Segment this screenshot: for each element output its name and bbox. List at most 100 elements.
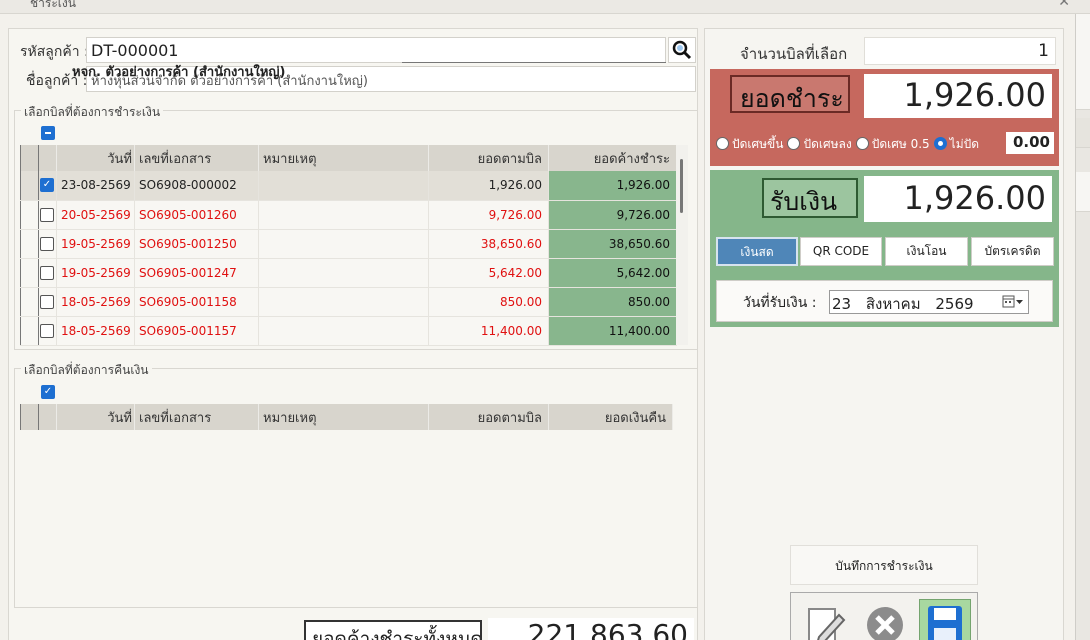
row-header-cell[interactable]	[20, 316, 39, 346]
cell-note	[258, 200, 429, 230]
row-checkbox[interactable]	[40, 207, 54, 222]
row-checkbox[interactable]	[40, 265, 54, 280]
radio-button[interactable]	[716, 137, 729, 150]
cell-outstanding: 38,650.60	[548, 229, 677, 259]
checkbox-header-cell	[38, 145, 57, 171]
row-header-cell[interactable]	[20, 287, 39, 317]
cell-note	[258, 229, 429, 259]
radio-button[interactable]	[933, 137, 947, 150]
table-row[interactable]: 19-05-2569 SO6905-001247 5,642.00 5,642.00	[20, 258, 677, 288]
column-header-bill[interactable]: ยอดตามบิล	[428, 145, 549, 171]
cell-doc: SO6905-001247	[134, 258, 259, 288]
receive-amount-input[interactable]: 1,926.00	[864, 176, 1052, 222]
search-customer-button[interactable]	[668, 37, 696, 63]
cell-outstanding: 1,926.00	[548, 171, 677, 201]
column-header-note[interactable]: หมายเหตุ	[258, 145, 429, 171]
receive-date-picker[interactable]: 23 สิงหาคม 2569	[829, 290, 1029, 314]
row-header-cell[interactable]	[20, 229, 39, 259]
cell-date: 23-08-2569	[56, 171, 135, 201]
save-icon	[928, 606, 962, 640]
row-header-cell[interactable]	[20, 200, 39, 230]
action-toolbar	[790, 592, 978, 640]
method-transfer-button[interactable]: เงินโอน	[885, 237, 968, 266]
rounding-value[interactable]: 0.00	[1006, 132, 1054, 154]
pay-bills-title: เลือกบิลที่ต้องการชำระเงิน	[21, 103, 164, 122]
select-all-refund-checkbox[interactable]: ✓	[41, 385, 55, 399]
column-header-doc[interactable]: เลขที่เอกสาร	[134, 404, 259, 430]
cell-note	[258, 171, 429, 201]
cell-date: 19-05-2569	[56, 258, 135, 288]
cell-note	[258, 258, 429, 288]
rounding-options: ปัดเศษขึ้น ปัดเศษลง ปัดเศษ 0.5 ไม่ปัด	[716, 135, 983, 154]
row-checkbox[interactable]	[40, 236, 54, 251]
scrollbar-thumb[interactable]	[680, 159, 683, 213]
receive-label: รับเงิน	[762, 178, 858, 218]
close-icon[interactable]: ✕	[1058, 0, 1070, 10]
column-header-bill[interactable]: ยอดตามบิล	[428, 404, 549, 430]
table-row[interactable]: 20-05-2569 SO6905-001260 9,726.00 9,726.00	[20, 200, 677, 230]
select-all-pay-checkbox[interactable]	[41, 126, 55, 140]
method-credit-card-button[interactable]: บัตรเครดิต	[971, 237, 1054, 266]
column-header-refund[interactable]: ยอดเงินคืน	[548, 404, 673, 430]
row-header-cell	[20, 404, 39, 430]
pay-table-header: วันที่ เลขที่เอกสาร หมายเหตุ ยอดตามบิล ย…	[20, 145, 677, 171]
record-payment-button[interactable]: บันทึกการชำระเงิน	[790, 545, 978, 585]
rounding-option-3[interactable]: ไม่ปัด	[933, 135, 979, 154]
column-header-note[interactable]: หมายเหตุ	[258, 404, 429, 430]
row-checkbox[interactable]: ✓	[40, 178, 54, 192]
column-header-doc[interactable]: เลขที่เอกสาร	[134, 145, 259, 171]
date-day: 23	[832, 295, 852, 313]
total-outstanding-value: 221,863.60	[488, 618, 694, 640]
cancel-icon	[867, 607, 903, 640]
row-header-cell	[20, 145, 39, 171]
row-checkbox-cell[interactable]: ✓	[38, 171, 57, 201]
method-cash-button[interactable]: เงินสด	[716, 237, 798, 266]
row-checkbox-cell[interactable]	[38, 200, 57, 230]
row-checkbox[interactable]	[40, 294, 54, 309]
row-header-cell[interactable]	[20, 171, 39, 201]
cell-outstanding: 9,726.00	[548, 200, 677, 230]
table-row[interactable]: 19-05-2569 SO6905-001250 38,650.60 38,650.6…	[20, 229, 677, 259]
save-button[interactable]	[919, 599, 971, 640]
cell-bill-amount: 5,642.00	[428, 258, 549, 288]
payment-amount-panel: ยอดชำระ 1,926.00 ปัดเศษขึ้น ปัดเศษลง ปัดเศ…	[710, 69, 1059, 166]
cell-date: 18-05-2569	[56, 287, 135, 317]
row-checkbox-cell[interactable]	[38, 258, 57, 288]
cell-bill-amount: 1,926.00	[428, 171, 549, 201]
table-row[interactable]: ✓ 23-08-2569 SO6908-000002 1,926.00 1,926.00	[20, 171, 677, 201]
cell-bill-amount: 38,650.60	[428, 229, 549, 259]
table-row[interactable]: 18-05-2569 SO6905-001157 11,400.00 11,400.0…	[20, 316, 677, 346]
customer-code-input[interactable]: DT-000001	[86, 37, 666, 63]
column-header-date[interactable]: วันที่	[56, 145, 135, 171]
date-month: สิงหาคม	[865, 295, 921, 313]
radio-button[interactable]	[787, 137, 801, 150]
selected-count-value: 1	[864, 37, 1056, 65]
table-row[interactable]: 18-05-2569 SO6905-001158 850.00 850.00	[20, 287, 677, 317]
edit-button[interactable]	[799, 599, 851, 640]
rounding-option-1[interactable]: ปัดเศษลง	[787, 135, 852, 154]
refund-bills-table: วันที่ เลขที่เอกสาร หมายเหตุ ยอดตามบิล ย…	[20, 404, 673, 430]
cell-date: 19-05-2569	[56, 229, 135, 259]
radio-button[interactable]	[855, 137, 869, 150]
method-qr-button[interactable]: QR CODE	[800, 237, 882, 266]
date-year: 2569	[935, 295, 974, 313]
cell-outstanding: 850.00	[548, 287, 677, 317]
column-header-date[interactable]: วันที่	[56, 404, 135, 430]
payment-amount-value[interactable]: 1,926.00	[864, 74, 1052, 118]
row-checkbox-cell[interactable]	[38, 316, 57, 346]
receive-date-box: วันที่รับเงิน : 23 สิงหาคม 2569	[716, 280, 1053, 322]
rounding-option-2[interactable]: ปัดเศษ 0.5	[855, 135, 930, 154]
rounding-option-0[interactable]: ปัดเศษขึ้น	[716, 135, 783, 154]
calendar-dropdown-icon[interactable]	[1002, 295, 1024, 309]
row-checkbox[interactable]	[40, 323, 54, 338]
row-checkbox-cell[interactable]	[38, 287, 57, 317]
cell-date: 18-05-2569	[56, 316, 135, 346]
pay-table-scrollbar[interactable]	[676, 145, 688, 345]
row-header-cell[interactable]	[20, 258, 39, 288]
row-checkbox-cell[interactable]	[38, 229, 57, 259]
cell-outstanding: 11,400.00	[548, 316, 677, 346]
total-outstanding-label: ยอดค้างชำระทั้งหมด	[304, 620, 482, 640]
column-header-outstanding[interactable]: ยอดค้างชำระ	[548, 145, 677, 171]
cancel-button[interactable]	[859, 599, 911, 640]
edit-icon	[808, 608, 846, 640]
